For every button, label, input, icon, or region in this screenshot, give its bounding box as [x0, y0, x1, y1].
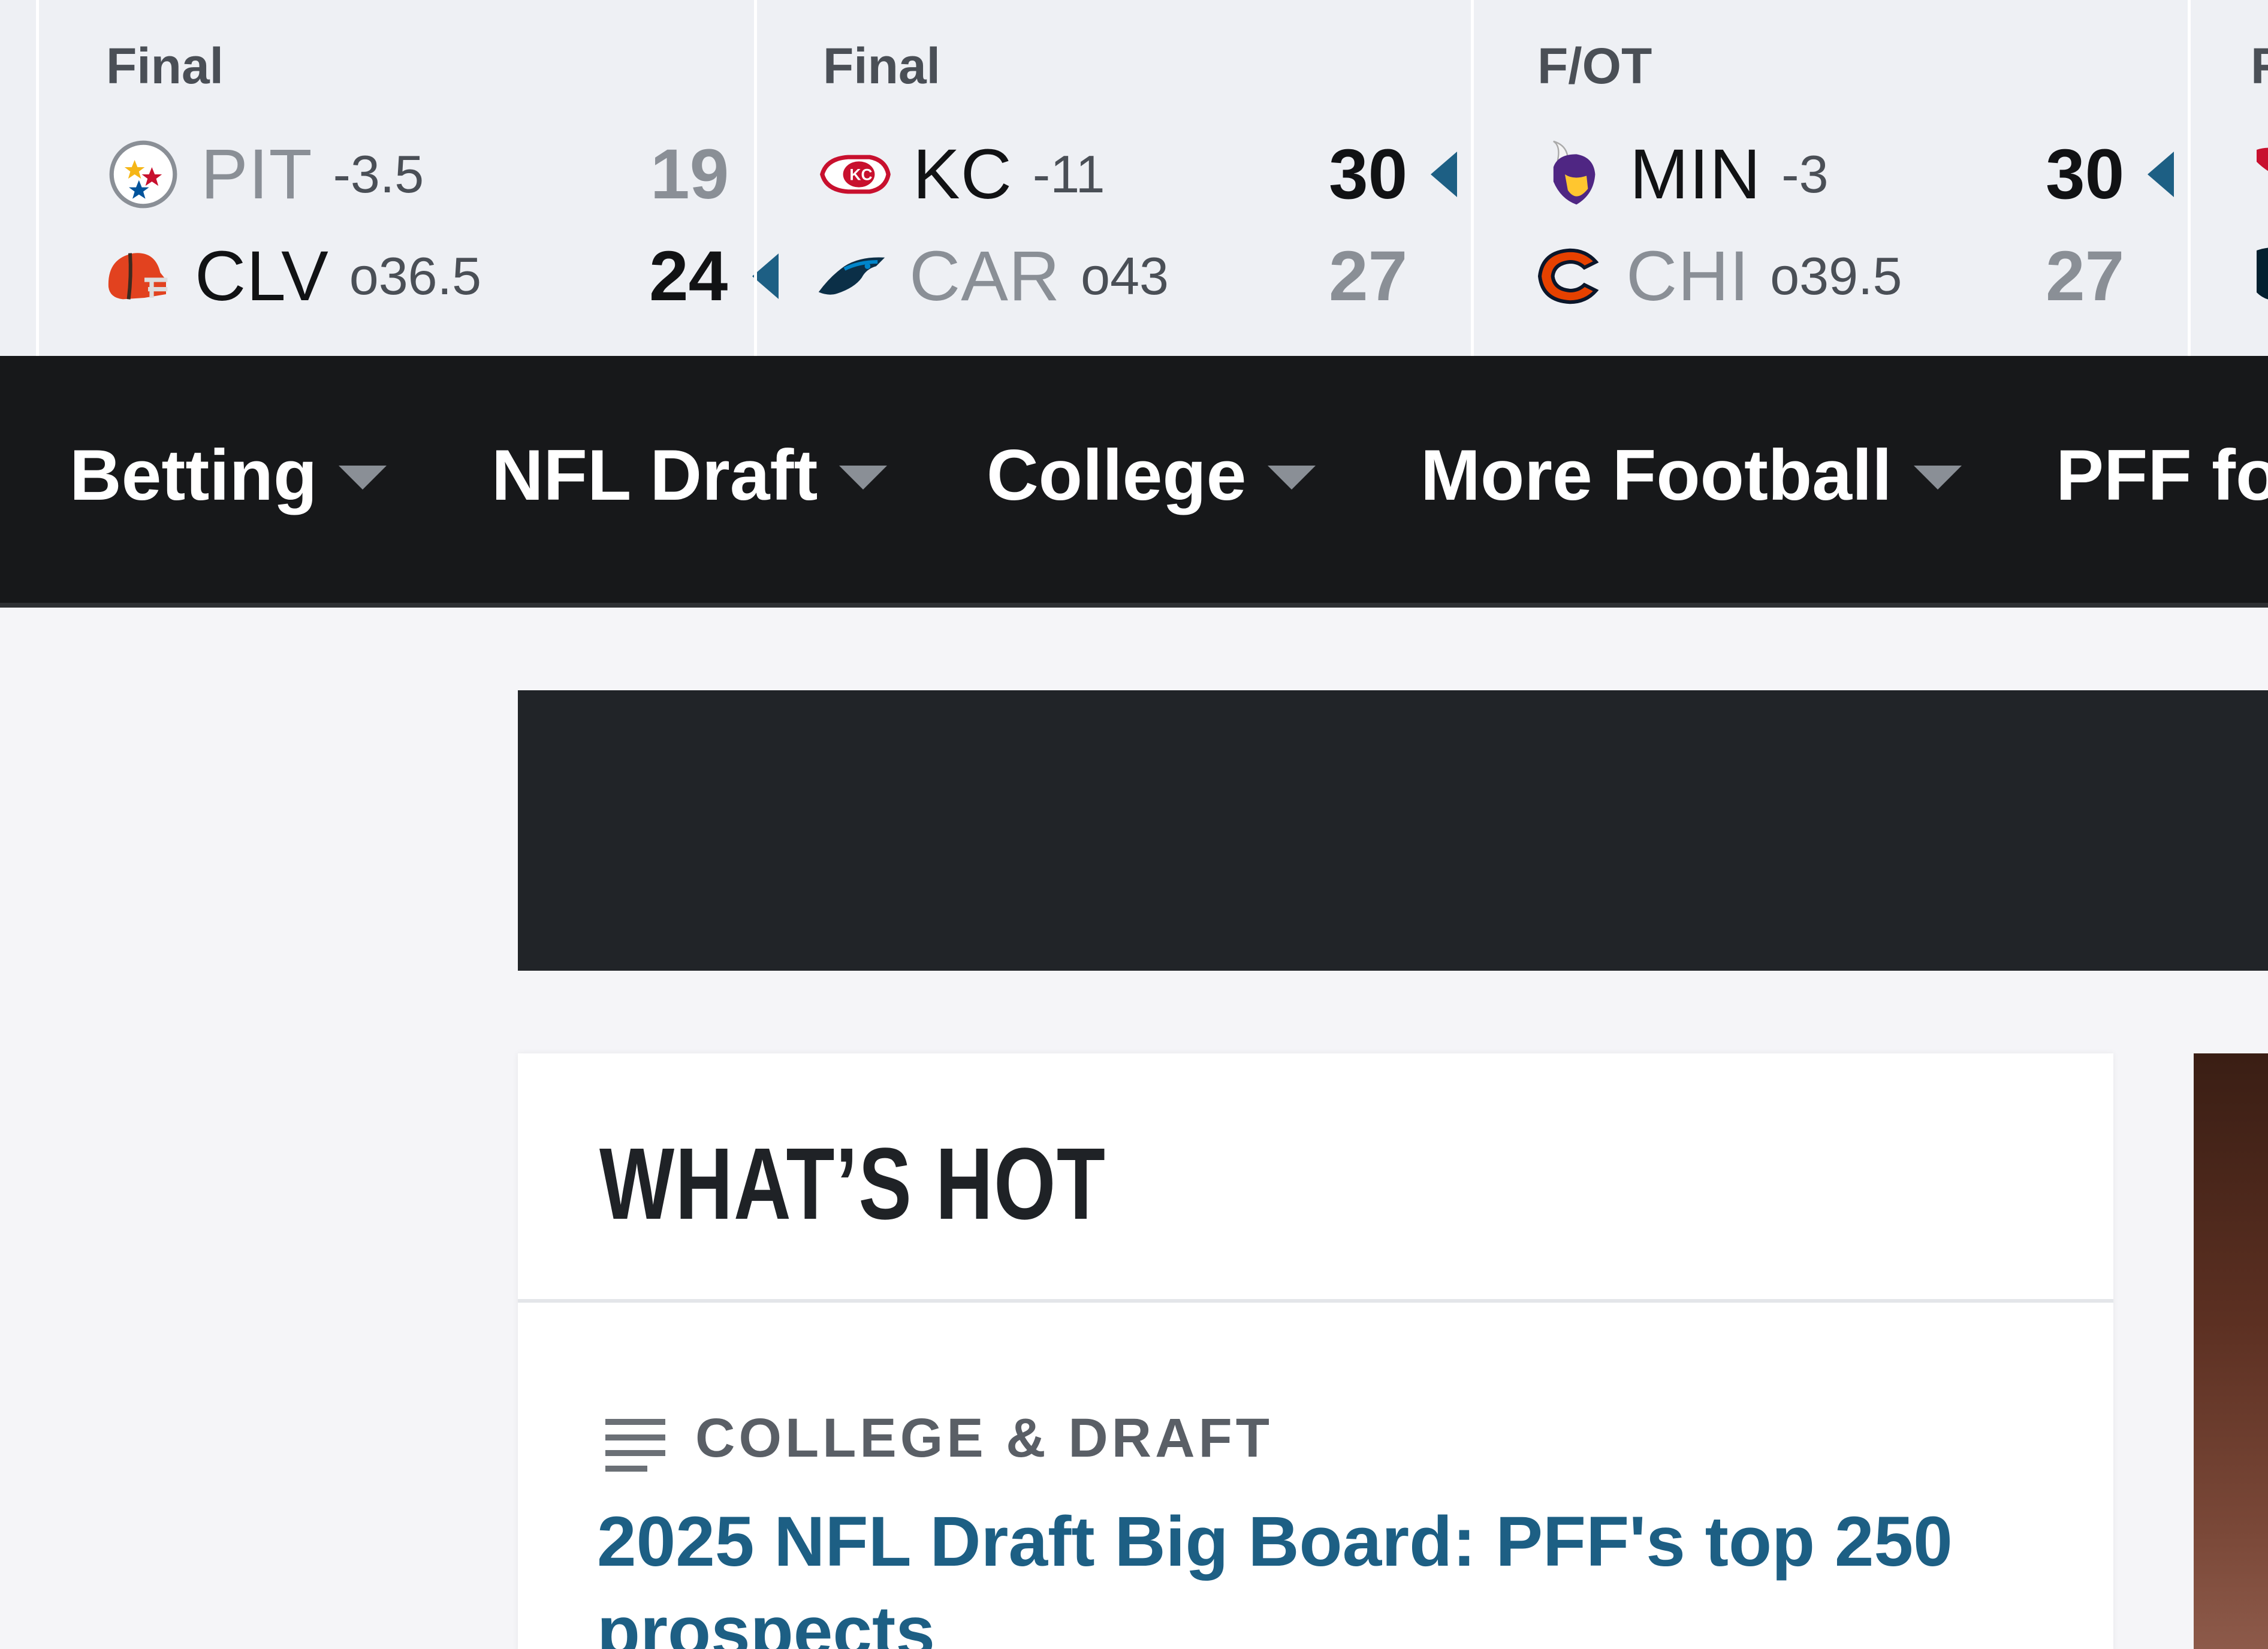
- game-card[interactable]: F: [2188, 0, 2268, 356]
- section-title: WHAT’S HOT: [599, 1127, 1106, 1241]
- whats-hot-card: WHAT’S HOT COLLEGE & DRAFT 2025 NFL Draf…: [518, 1053, 2113, 1649]
- bears-logo-icon: [1524, 237, 1613, 315]
- game-status: F/OT: [1537, 38, 1652, 94]
- game-card[interactable]: Final PIT -3.5 19 CLV o36.5 24: [36, 0, 779, 356]
- team-abbr: CAR: [909, 237, 1061, 316]
- team-score: 24: [649, 237, 728, 316]
- caret-down-icon: [339, 466, 387, 490]
- winner-arrow-icon: [2148, 152, 2174, 197]
- divider: [518, 1299, 2113, 1303]
- nav-item-betting[interactable]: Betting: [70, 434, 387, 517]
- scoreboard-strip: Final PIT -3.5 19 CLV o36.5 24 Final KC …: [0, 0, 2268, 356]
- game-status: F: [2251, 38, 2268, 94]
- team-score: 27: [1329, 237, 1408, 316]
- betting-line: -3.5: [333, 144, 424, 204]
- betting-line: -11: [1032, 144, 1105, 204]
- team-row: KC KC -11 30: [811, 129, 1476, 219]
- featured-image[interactable]: [2194, 1053, 2268, 1649]
- chiefs-logo-icon: KC: [811, 135, 900, 213]
- team-score: 27: [2046, 237, 2125, 316]
- caret-down-icon: [839, 466, 888, 490]
- article-title-link[interactable]: 2025 NFL Draft Big Board: PFF's top 250 …: [597, 1497, 2035, 1649]
- browns-helmet-logo-icon: [93, 237, 182, 315]
- titans-logo-icon: [2251, 144, 2268, 186]
- caret-down-icon: [1268, 466, 1316, 490]
- nav-item-more-football[interactable]: More Football: [1420, 434, 1962, 517]
- betting-line: o39.5: [1770, 246, 1902, 306]
- winner-arrow-icon: [1431, 152, 1457, 197]
- team-row: PIT -3.5 19: [99, 129, 764, 219]
- article-lines-icon: [605, 1419, 665, 1472]
- team-abbr: CLV: [195, 237, 329, 316]
- ad-banner[interactable]: [518, 690, 2268, 971]
- game-card[interactable]: Final KC KC -11 30 CAR o43 27: [754, 0, 1470, 356]
- betting-line: -3: [1781, 144, 1829, 204]
- betting-line: o43: [1081, 246, 1169, 306]
- betting-line: o36.5: [349, 246, 482, 306]
- main-nav: Betting NFL Draft College More Football …: [0, 356, 2268, 608]
- nav-item-label: More Football: [1420, 435, 1892, 515]
- article-category[interactable]: COLLEGE & DRAFT: [695, 1407, 1273, 1470]
- team-row: CHI o39.5 27: [1524, 231, 2189, 321]
- team-abbr: MIN: [1630, 135, 1762, 214]
- svg-text:KC: KC: [849, 166, 872, 184]
- team-score: 19: [650, 135, 729, 214]
- nav-item-label: NFL Draft: [491, 435, 818, 515]
- game-status: Final: [106, 38, 224, 94]
- team-score: 30: [2046, 135, 2125, 214]
- game-card[interactable]: F/OT MIN -3 30 CHI o39.5 27: [1471, 0, 2187, 356]
- nav-item-label: PFF fo: [2056, 435, 2268, 515]
- caret-down-icon: [1913, 466, 1962, 490]
- nav-item-label: Betting: [70, 435, 318, 515]
- team-abbr: PIT: [201, 135, 313, 214]
- team-abbr: KC: [913, 135, 1012, 214]
- nav-item-pff-for[interactable]: PFF fo: [2056, 434, 2268, 517]
- team-abbr: CHI: [1626, 237, 1750, 316]
- team-row: CAR o43 27: [807, 231, 1473, 321]
- steelers-logo-icon: [99, 135, 188, 213]
- nav-item-label: College: [987, 435, 1247, 515]
- nav-item-college[interactable]: College: [987, 434, 1316, 517]
- nav-item-nfl-draft[interactable]: NFL Draft: [491, 434, 888, 517]
- team-row: MIN -3 30: [1528, 129, 2193, 219]
- panthers-logo-icon: [807, 237, 896, 315]
- game-status: Final: [823, 38, 941, 94]
- team-score: 30: [1329, 135, 1408, 214]
- texans-logo-icon: [2251, 244, 2268, 304]
- vikings-logo-icon: [1528, 135, 1616, 213]
- team-row: CLV o36.5 24: [93, 231, 779, 321]
